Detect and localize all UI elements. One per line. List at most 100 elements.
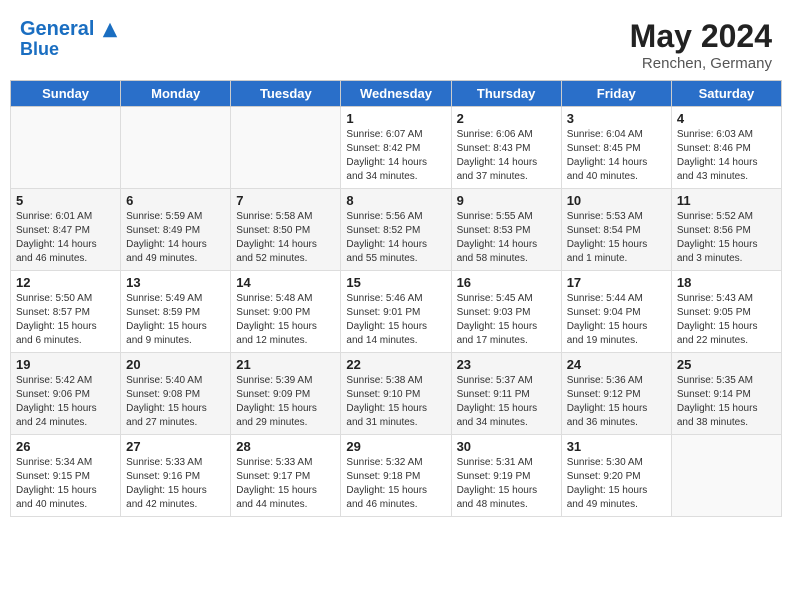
day-info: Sunrise: 5:48 AM Sunset: 9:00 PM Dayligh… (236, 292, 335, 348)
day-number: 25 (677, 357, 776, 372)
weekday-header-row: SundayMondayTuesdayWednesdayThursdayFrid… (11, 81, 782, 107)
calendar-week-row: 19 Sunrise: 5:42 AM Sunset: 9:06 PM Dayli… (11, 353, 782, 435)
calendar-week-row: 1 Sunrise: 6:07 AM Sunset: 8:42 PM Daylig… (11, 107, 782, 189)
day-number: 22 (346, 357, 445, 372)
day-info: Sunrise: 5:38 AM Sunset: 9:10 PM Dayligh… (346, 374, 445, 430)
day-number: 18 (677, 275, 776, 290)
weekday-header-wednesday: Wednesday (341, 81, 451, 107)
calendar-cell: 6Sunrise: 5:59 AM Sunset: 8:49 PM Daylig… (121, 189, 231, 271)
day-info: Sunrise: 6:04 AM Sunset: 8:45 PM Dayligh… (567, 128, 666, 184)
day-info: Sunrise: 5:42 AM Sunset: 9:06 PM Dayligh… (16, 374, 115, 430)
logo-blue: Blue (20, 40, 119, 60)
weekday-header-friday: Friday (561, 81, 671, 107)
location-subtitle: Renchen, Germany (630, 55, 772, 72)
day-info: Sunrise: 6:01 AM Sunset: 8:47 PM Dayligh… (16, 210, 115, 266)
day-number: 30 (457, 439, 556, 454)
day-info: Sunrise: 5:39 AM Sunset: 9:09 PM Dayligh… (236, 374, 335, 430)
day-number: 13 (126, 275, 225, 290)
calendar-cell: 4 Sunrise: 6:03 AM Sunset: 8:46 PM Daylig… (671, 107, 781, 189)
weekday-header-thursday: Thursday (451, 81, 561, 107)
day-number: 2 (457, 111, 556, 126)
calendar-cell: 22 Sunrise: 5:38 AM Sunset: 9:10 PM Dayli… (341, 353, 451, 435)
day-info: Sunrise: 5:40 AM Sunset: 9:08 PM Dayligh… (126, 374, 225, 430)
day-number: 7 (236, 193, 335, 208)
day-number: 5 (16, 193, 115, 208)
day-number: 10 (567, 193, 666, 208)
day-number: 4 (677, 111, 776, 126)
calendar-cell: 11 Sunrise: 5:52 AM Sunset: 8:56 PM Dayli… (671, 189, 781, 271)
calendar-cell (121, 107, 231, 189)
day-number: 8 (346, 193, 445, 208)
calendar-cell: 20 Sunrise: 5:40 AM Sunset: 9:08 PM Dayli… (121, 353, 231, 435)
calendar-cell: 29Sunrise: 5:32 AM Sunset: 9:18 PM Dayli… (341, 435, 451, 517)
calendar-cell: 7Sunrise: 5:58 AM Sunset: 8:50 PM Daylig… (231, 189, 341, 271)
calendar-cell (671, 435, 781, 517)
day-info: Sunrise: 5:30 AM Sunset: 9:20 PM Dayligh… (567, 456, 666, 512)
day-info: Sunrise: 5:46 AM Sunset: 9:01 PM Dayligh… (346, 292, 445, 348)
day-number: 3 (567, 111, 666, 126)
day-info: Sunrise: 5:37 AM Sunset: 9:11 PM Dayligh… (457, 374, 556, 430)
day-number: 23 (457, 357, 556, 372)
day-number: 14 (236, 275, 335, 290)
day-number: 12 (16, 275, 115, 290)
day-info: Sunrise: 5:45 AM Sunset: 9:03 PM Dayligh… (457, 292, 556, 348)
calendar-cell: 25Sunrise: 5:35 AM Sunset: 9:14 PM Dayli… (671, 353, 781, 435)
title-block: May 2024 Renchen, Germany (630, 18, 772, 72)
calendar-cell: 23 Sunrise: 5:37 AM Sunset: 9:11 PM Dayli… (451, 353, 561, 435)
month-year-title: May 2024 (630, 18, 772, 55)
logo-icon (101, 21, 119, 39)
day-number: 17 (567, 275, 666, 290)
page-header: General Blue May 2024 Renchen, Germany (10, 10, 782, 76)
day-number: 15 (346, 275, 445, 290)
day-info: Sunrise: 5:33 AM Sunset: 9:17 PM Dayligh… (236, 456, 335, 512)
day-info: Sunrise: 5:52 AM Sunset: 8:56 PM Dayligh… (677, 210, 776, 266)
calendar-cell: 17Sunrise: 5:44 AM Sunset: 9:04 PM Dayli… (561, 271, 671, 353)
calendar-week-row: 26 Sunrise: 5:34 AM Sunset: 9:15 PM Dayli… (11, 435, 782, 517)
day-info: Sunrise: 5:43 AM Sunset: 9:05 PM Dayligh… (677, 292, 776, 348)
calendar-cell: 9 Sunrise: 5:55 AM Sunset: 8:53 PM Daylig… (451, 189, 561, 271)
day-number: 31 (567, 439, 666, 454)
day-info: Sunrise: 5:32 AM Sunset: 9:18 PM Dayligh… (346, 456, 445, 512)
calendar-cell: 18 Sunrise: 5:43 AM Sunset: 9:05 PM Dayli… (671, 271, 781, 353)
day-info: Sunrise: 6:03 AM Sunset: 8:46 PM Dayligh… (677, 128, 776, 184)
calendar-cell: 21 Sunrise: 5:39 AM Sunset: 9:09 PM Dayli… (231, 353, 341, 435)
day-number: 1 (346, 111, 445, 126)
day-info: Sunrise: 5:33 AM Sunset: 9:16 PM Dayligh… (126, 456, 225, 512)
weekday-header-tuesday: Tuesday (231, 81, 341, 107)
day-number: 11 (677, 193, 776, 208)
calendar-table: SundayMondayTuesdayWednesdayThursdayFrid… (10, 80, 782, 517)
calendar-cell: 3 Sunrise: 6:04 AM Sunset: 8:45 PM Daylig… (561, 107, 671, 189)
day-info: Sunrise: 5:49 AM Sunset: 8:59 PM Dayligh… (126, 292, 225, 348)
day-number: 28 (236, 439, 335, 454)
logo-text: General (20, 18, 119, 40)
day-info: Sunrise: 5:53 AM Sunset: 8:54 PM Dayligh… (567, 210, 666, 266)
day-number: 26 (16, 439, 115, 454)
calendar-cell: 27Sunrise: 5:33 AM Sunset: 9:16 PM Dayli… (121, 435, 231, 517)
day-number: 21 (236, 357, 335, 372)
day-number: 20 (126, 357, 225, 372)
calendar-cell: 24Sunrise: 5:36 AM Sunset: 9:12 PM Dayli… (561, 353, 671, 435)
calendar-cell: 1 Sunrise: 6:07 AM Sunset: 8:42 PM Daylig… (341, 107, 451, 189)
calendar-cell (231, 107, 341, 189)
day-number: 19 (16, 357, 115, 372)
day-info: Sunrise: 5:55 AM Sunset: 8:53 PM Dayligh… (457, 210, 556, 266)
calendar-cell: 13 Sunrise: 5:49 AM Sunset: 8:59 PM Dayli… (121, 271, 231, 353)
day-info: Sunrise: 6:07 AM Sunset: 8:42 PM Dayligh… (346, 128, 445, 184)
calendar-cell: 12Sunrise: 5:50 AM Sunset: 8:57 PM Dayli… (11, 271, 121, 353)
weekday-header-monday: Monday (121, 81, 231, 107)
day-info: Sunrise: 6:06 AM Sunset: 8:43 PM Dayligh… (457, 128, 556, 184)
calendar-cell: 10 Sunrise: 5:53 AM Sunset: 8:54 PM Dayli… (561, 189, 671, 271)
calendar-week-row: 5 Sunrise: 6:01 AM Sunset: 8:47 PM Daylig… (11, 189, 782, 271)
calendar-cell: 19 Sunrise: 5:42 AM Sunset: 9:06 PM Dayli… (11, 353, 121, 435)
day-info: Sunrise: 5:34 AM Sunset: 9:15 PM Dayligh… (16, 456, 115, 512)
day-number: 24 (567, 357, 666, 372)
calendar-cell: 30 Sunrise: 5:31 AM Sunset: 9:19 PM Dayli… (451, 435, 561, 517)
calendar-cell: 26 Sunrise: 5:34 AM Sunset: 9:15 PM Dayli… (11, 435, 121, 517)
weekday-header-sunday: Sunday (11, 81, 121, 107)
weekday-header-saturday: Saturday (671, 81, 781, 107)
day-number: 9 (457, 193, 556, 208)
calendar-week-row: 12Sunrise: 5:50 AM Sunset: 8:57 PM Dayli… (11, 271, 782, 353)
calendar-cell: 16Sunrise: 5:45 AM Sunset: 9:03 PM Dayli… (451, 271, 561, 353)
day-info: Sunrise: 5:31 AM Sunset: 9:19 PM Dayligh… (457, 456, 556, 512)
day-info: Sunrise: 5:59 AM Sunset: 8:49 PM Dayligh… (126, 210, 225, 266)
